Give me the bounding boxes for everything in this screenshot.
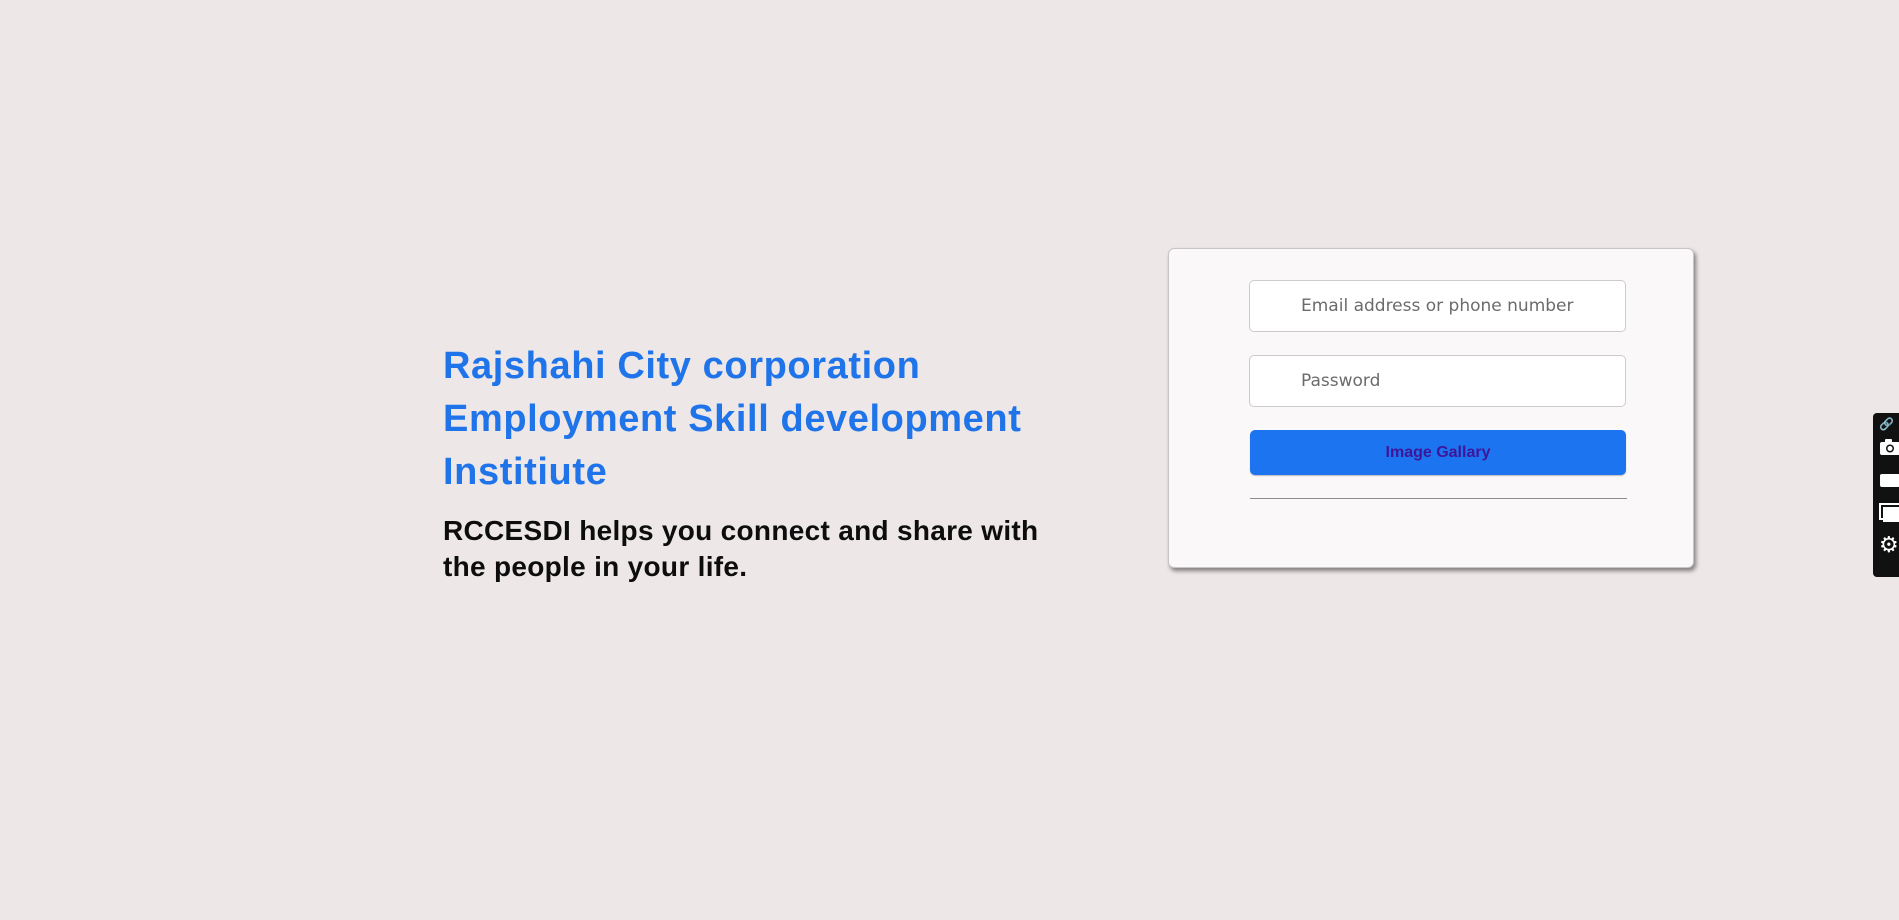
password-field[interactable] [1249,355,1626,407]
link-icon[interactable]: 🔗 [1879,418,1894,430]
intro-section: Rajshahi City corporation Employment Ski… [443,340,1103,585]
email-field[interactable] [1249,280,1626,332]
window-icon[interactable] [1879,503,1899,523]
video-icon[interactable] [1879,471,1899,489]
login-card: Image Gallary [1168,248,1694,568]
side-toolbar: 🔗 ⚙ [1873,413,1899,577]
institute-title: Rajshahi City corporation Employment Ski… [443,345,1022,493]
gear-icon[interactable]: ⚙ [1879,535,1899,557]
camera-icon[interactable] [1879,438,1899,456]
login-page: Rajshahi City corporation Employment Ski… [0,0,1899,920]
divider [1250,498,1627,499]
image-gallery-button[interactable]: Image Gallary [1250,430,1626,475]
tagline: RCCESDI helps you connect and share with… [443,515,1039,582]
